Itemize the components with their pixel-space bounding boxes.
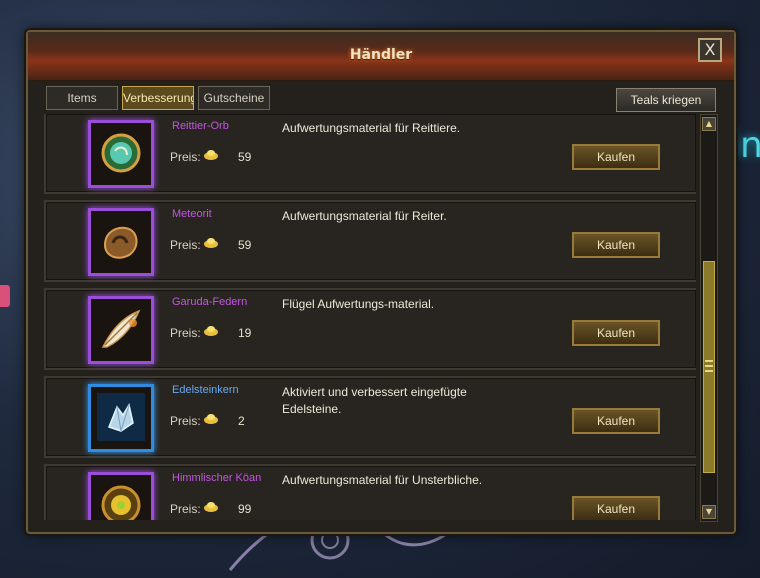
scrollbar-thumb[interactable] (703, 261, 715, 473)
gold-ingot-icon (204, 150, 218, 160)
orb-icon (101, 133, 141, 173)
item-icon-frame[interactable] (88, 296, 154, 364)
window-title: Händler (349, 47, 413, 63)
gold-ingot-icon (204, 238, 218, 248)
gold-ingot-icon (204, 502, 218, 512)
scrollbar-grip (705, 370, 713, 372)
item-list-scrollbar[interactable]: ▲ ▼ (700, 114, 718, 522)
price-label: Preis: (170, 326, 201, 340)
list-item: Reittier-Orb Preis: 59 Aufwertungsmateri… (44, 114, 696, 194)
list-item: Edelsteinkern Preis: 2 Aktiviert und ver… (44, 376, 696, 458)
price-value: 59 (238, 238, 252, 252)
gold-ingot-icon (204, 326, 218, 336)
price-value: 59 (238, 150, 252, 164)
item-icon-frame[interactable] (88, 208, 154, 276)
tab-items[interactable]: Items (46, 86, 118, 110)
list-item: Garuda-Federn Preis: 19 Flügel Aufwertun… (44, 288, 696, 370)
item-description: Aufwertungsmaterial für Reiter. (282, 209, 447, 223)
buy-button[interactable]: Kaufen (572, 144, 660, 170)
buy-button[interactable]: Kaufen (572, 408, 660, 434)
buy-button[interactable]: Kaufen (572, 496, 660, 520)
item-description: Aufwertungsmaterial für Reittiere. (282, 121, 461, 135)
price-value: 2 (238, 414, 245, 428)
item-name: Reittier-Orb (172, 120, 229, 132)
item-list: Reittier-Orb Preis: 59 Aufwertungsmateri… (42, 114, 696, 520)
close-button[interactable]: X (698, 38, 722, 62)
scroll-up-arrow-icon[interactable]: ▲ (702, 117, 716, 131)
list-item: Meteorit Preis: 59 Aufwertungsmaterial f… (44, 200, 696, 282)
item-icon-frame[interactable] (88, 472, 154, 520)
list-item: Himmlischer Köan Preis: 99 Aufwertungsma… (44, 464, 696, 520)
background-decoration (0, 285, 10, 307)
crystal-icon (97, 393, 145, 441)
item-description: Aufwertungsmaterial für Unsterbliche. (282, 473, 483, 487)
item-name: Edelsteinkern (172, 384, 239, 396)
scrollbar-grip (705, 360, 713, 362)
merchant-window: Händler X Items Verbesserungen Gutschein… (26, 30, 736, 534)
buy-button[interactable]: Kaufen (572, 320, 660, 346)
item-description: Flügel Aufwertungs-material. (282, 297, 435, 311)
gold-ingot-icon (204, 414, 218, 424)
meteorite-icon (103, 226, 138, 259)
buy-button[interactable]: Kaufen (572, 232, 660, 258)
item-description: Aktiviert und verbessert eingefügte Edel… (282, 385, 467, 416)
item-icon-frame[interactable] (88, 384, 154, 452)
price-label: Preis: (170, 502, 201, 516)
get-teals-button[interactable]: Teals kriegen (616, 88, 716, 112)
tab-verbesserungen[interactable]: Verbesserungen (122, 86, 194, 110)
price-label: Preis: (170, 414, 201, 428)
price-value: 19 (238, 326, 252, 340)
item-icon-frame[interactable] (88, 120, 154, 188)
price-value: 99 (238, 502, 252, 516)
feather-icon (101, 309, 141, 348)
price-label: Preis: (170, 238, 201, 252)
scrollbar-grip (705, 365, 713, 367)
item-name: Meteorit (172, 208, 212, 220)
tab-gutscheine[interactable]: Gutscheine (198, 86, 270, 110)
item-name: Garuda-Federn (172, 296, 248, 308)
scroll-down-arrow-icon[interactable]: ▼ (702, 505, 716, 519)
item-name: Himmlischer Köan (172, 472, 262, 484)
price-label: Preis: (170, 150, 201, 164)
window-titlebar[interactable]: Händler X (28, 32, 734, 81)
koan-orb-icon (101, 485, 141, 520)
